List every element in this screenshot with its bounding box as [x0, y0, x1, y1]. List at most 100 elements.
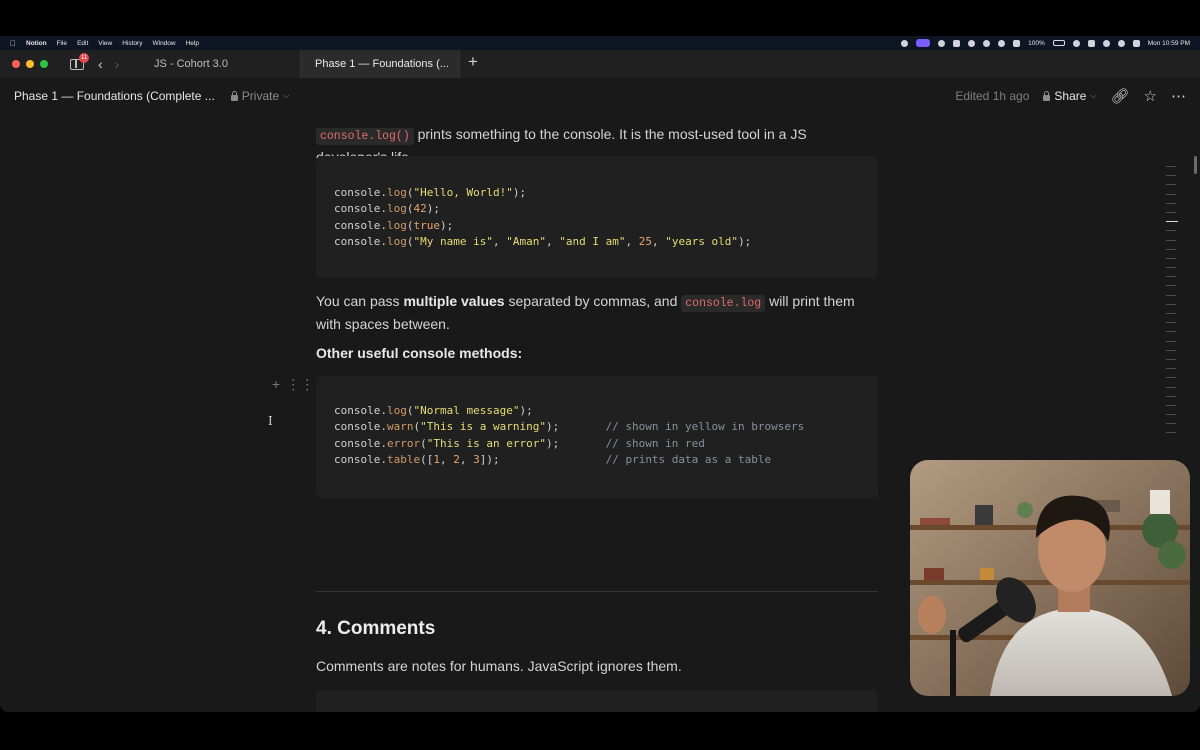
- outline-marker[interactable]: [1166, 184, 1176, 186]
- keyboard-icon[interactable]: [1013, 39, 1021, 47]
- share-label: Share: [1054, 89, 1087, 103]
- zoom-window-button[interactable]: [40, 60, 48, 68]
- tab-phase-1[interactable]: Phase 1 — Foundations (...: [300, 50, 460, 78]
- outline-marker[interactable]: [1166, 193, 1176, 195]
- outline-marker[interactable]: [1166, 248, 1176, 250]
- siri-icon[interactable]: [1117, 39, 1125, 47]
- outline-marker[interactable]: [1166, 358, 1176, 360]
- privacy-dropdown[interactable]: Private ⌵: [230, 89, 289, 103]
- outline-marker[interactable]: [1166, 386, 1176, 388]
- outline-marker[interactable]: [1166, 285, 1176, 287]
- page-content: console.log() prints something to the co…: [316, 114, 878, 712]
- add-block-icon[interactable]: +: [272, 376, 280, 393]
- outline-marker[interactable]: [1166, 211, 1176, 213]
- code-token: );: [439, 218, 454, 232]
- apple-icon[interactable]: : [10, 39, 16, 48]
- paragraph-console-methods[interactable]: Other useful console methods:: [316, 343, 878, 363]
- outline-marker[interactable]: [1166, 303, 1176, 305]
- minimize-window-button[interactable]: [26, 60, 34, 68]
- battery-percent: 100%: [1028, 39, 1045, 47]
- outline-marker[interactable]: [1166, 239, 1176, 241]
- screen-recording-icon[interactable]: [916, 39, 931, 47]
- page-header: Phase 1 — Foundations (Complete ... Priv…: [0, 78, 1200, 114]
- outline-marker[interactable]: [1166, 423, 1176, 425]
- code-token: // prints data as a table: [605, 452, 772, 466]
- outline-marker[interactable]: [1166, 267, 1176, 269]
- code-line: console.log("My name is", "Aman", "and I…: [334, 234, 860, 250]
- outline-marker[interactable]: [1166, 395, 1176, 397]
- code-token: );: [738, 234, 752, 248]
- outline-marker[interactable]: [1166, 313, 1176, 314]
- volume-icon[interactable]: [983, 39, 991, 47]
- outline-marker[interactable]: [1166, 166, 1176, 167]
- code-block-console-log[interactable]: console.log("Hello, World!"); console.log…: [316, 156, 878, 278]
- outline-marker[interactable]: [1166, 257, 1176, 259]
- menu-view[interactable]: View: [98, 40, 112, 47]
- new-tab-icon[interactable]: +: [468, 52, 478, 72]
- scrollbar[interactable]: [1194, 156, 1197, 174]
- code-token: "and I am": [559, 234, 626, 248]
- outline-marker[interactable]: [1166, 432, 1176, 434]
- close-window-button[interactable]: [12, 60, 20, 68]
- outline-marker[interactable]: [1166, 294, 1176, 296]
- paragraph-comments[interactable]: Comments are notes for humans. JavaScrip…: [316, 656, 878, 676]
- inline-code: console.log(): [316, 128, 414, 145]
- drag-handle-icon[interactable]: ⋮⋮: [286, 376, 314, 393]
- paragraph-multiple-values[interactable]: You can pass multiple values separated b…: [316, 291, 878, 334]
- battery-icon[interactable]: [1052, 40, 1065, 46]
- menu-window[interactable]: Window: [152, 40, 175, 47]
- cloud-icon[interactable]: [953, 39, 961, 47]
- outline-marker[interactable]: [1166, 230, 1176, 232]
- outline-marker[interactable]: [1166, 331, 1176, 333]
- webcam-overlay: [910, 460, 1190, 696]
- code-token: ,: [625, 234, 639, 248]
- forward-arrow-icon[interactable]: ›: [115, 56, 120, 72]
- wifi-icon[interactable]: [1072, 39, 1080, 47]
- bluetooth-icon[interactable]: [998, 39, 1006, 47]
- outline-marker-active[interactable]: [1166, 221, 1178, 223]
- outline-marker[interactable]: [1166, 276, 1176, 278]
- tab-js-cohort[interactable]: JS - Cohort 3.0: [140, 50, 300, 78]
- outline-marker[interactable]: [1166, 202, 1176, 204]
- code-token: console.: [334, 404, 387, 417]
- back-arrow-icon[interactable]: ‹: [98, 56, 103, 72]
- menu-history[interactable]: History: [122, 40, 142, 47]
- block-handle: + ⋮⋮: [272, 376, 314, 393]
- outline-marker[interactable]: [1166, 404, 1176, 406]
- menubar-clock[interactable]: Mon 10:59 PM: [1148, 40, 1190, 47]
- code-token: ([: [420, 452, 434, 466]
- code-line: console.warn("This is a warning"); // sh…: [334, 419, 860, 435]
- outline-marker[interactable]: [1166, 340, 1176, 342]
- outline-marker[interactable]: [1166, 377, 1176, 379]
- outline-marker[interactable]: [1166, 414, 1176, 416]
- menu-file[interactable]: File: [57, 40, 67, 47]
- user-icon[interactable]: [1132, 39, 1140, 47]
- control-center-icon[interactable]: [1087, 39, 1095, 47]
- outline-markers[interactable]: [1166, 166, 1178, 442]
- link-icon[interactable]: 🔗︎: [1111, 87, 1130, 105]
- star-icon[interactable]: ☆: [1144, 87, 1157, 105]
- code-token: true: [413, 218, 440, 232]
- breadcrumb[interactable]: Phase 1 — Foundations (Complete ...: [14, 89, 215, 103]
- sidebar-toggle-icon[interactable]: 11: [70, 52, 90, 70]
- more-icon[interactable]: ⋯: [1171, 87, 1186, 105]
- code-block-console-methods[interactable]: console.log("Normal message"); console.wa…: [316, 376, 878, 498]
- moon-icon[interactable]: [968, 39, 976, 47]
- status-icon[interactable]: [938, 39, 946, 47]
- window-controls: [12, 60, 48, 68]
- code-block-comments[interactable]: // This is a single-line comment/*: [316, 690, 878, 712]
- spotlight-icon[interactable]: [1102, 39, 1110, 47]
- code-token: 25: [638, 234, 652, 248]
- share-button[interactable]: Share ⌵: [1043, 89, 1097, 103]
- code-token: ,: [651, 234, 666, 248]
- outline-marker[interactable]: [1166, 175, 1176, 177]
- outline-marker[interactable]: [1166, 322, 1176, 324]
- menu-edit[interactable]: Edit: [77, 40, 88, 47]
- heading-comments[interactable]: 4. Comments: [316, 619, 435, 639]
- outline-marker[interactable]: [1166, 349, 1176, 351]
- status-icon[interactable]: [901, 39, 909, 47]
- code-token: ,: [492, 234, 507, 248]
- menu-help[interactable]: Help: [186, 40, 199, 47]
- outline-marker[interactable]: [1166, 368, 1176, 370]
- menu-app-name[interactable]: Notion: [26, 40, 47, 47]
